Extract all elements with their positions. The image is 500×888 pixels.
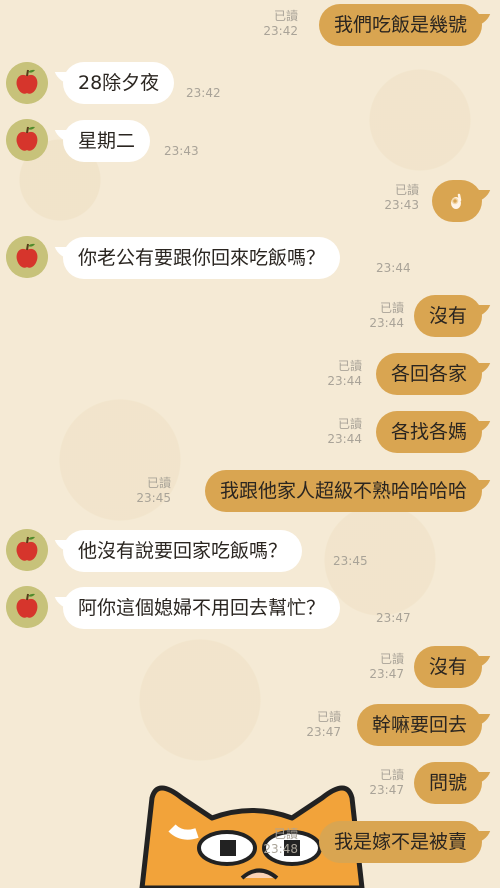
read-receipt: 已讀: [394, 183, 419, 197]
message-time: 23:43: [164, 144, 199, 158]
apple-icon: [6, 529, 48, 571]
message-time: 23:47: [369, 783, 404, 797]
message-time: 23:44: [327, 432, 362, 446]
message-text: 我跟他家人超級不熟哈哈哈哈: [219, 480, 467, 502]
read-receipt: 已讀: [316, 710, 341, 724]
message-bubble-outgoing[interactable]: 沒有: [413, 646, 482, 688]
ok-hand-icon: [446, 190, 468, 212]
read-receipt: 已讀: [146, 476, 171, 490]
avatar[interactable]: [6, 62, 48, 104]
message-bubble-outgoing[interactable]: 幹嘛要回去: [356, 704, 482, 746]
message-text: 他沒有說要回家吃飯嗎？: [78, 540, 288, 562]
message-meta: 已讀 23:44: [327, 359, 362, 389]
apple-icon: [6, 586, 48, 628]
message-time: 23:42: [263, 24, 298, 38]
message-meta: 已讀 23:44: [369, 301, 404, 331]
message-bubble-outgoing[interactable]: 各回各家: [375, 353, 482, 395]
message-time: 23:45: [136, 491, 171, 505]
read-receipt: 已讀: [273, 9, 298, 23]
message-bubble-outgoing[interactable]: 沒有: [413, 295, 482, 337]
message-text: 沒有: [428, 305, 467, 327]
read-receipt: 已讀: [337, 417, 362, 431]
message-bubble-outgoing[interactable]: 我們吃飯是幾號: [318, 4, 482, 46]
message-text: 你老公有要跟你回來吃飯嗎？: [78, 247, 326, 269]
message-text: 問號: [428, 772, 467, 794]
message-text: 我們吃飯是幾號: [333, 14, 467, 36]
message-meta: 已讀 23:42: [263, 9, 298, 39]
message-text: 各回各家: [390, 363, 467, 385]
message-bubble-outgoing[interactable]: 問號: [413, 762, 482, 804]
message-time: 23:45: [333, 554, 368, 568]
message-time: 23:44: [327, 374, 362, 388]
message-meta: 已讀 23:47: [306, 710, 341, 740]
read-receipt: 已讀: [337, 359, 362, 373]
message-bubble-outgoing[interactable]: 各找各媽: [375, 411, 482, 453]
message-text: 各找各媽: [390, 421, 467, 443]
message-text: 星期二: [78, 130, 136, 152]
read-receipt: 已讀: [379, 768, 404, 782]
message-time: 23:42: [186, 86, 221, 100]
avatar[interactable]: [6, 529, 48, 571]
message-meta: 已讀 23:45: [136, 476, 171, 506]
message-bubble-incoming[interactable]: 他沒有說要回家吃飯嗎？: [63, 530, 303, 572]
message-meta: 已讀 23:47: [369, 768, 404, 798]
message-meta: 已讀 23:48: [263, 827, 298, 857]
message-bubble-outgoing[interactable]: 我是嫁不是被賣: [318, 821, 482, 863]
message-bubble-incoming[interactable]: 阿你這個媳婦不用回去幫忙？: [63, 587, 341, 629]
message-text: 我是嫁不是被賣: [333, 831, 467, 853]
message-time: 23:43: [384, 198, 419, 212]
message-time: 23:47: [376, 611, 411, 625]
read-receipt: 已讀: [379, 652, 404, 666]
apple-icon: [6, 236, 48, 278]
avatar[interactable]: [6, 586, 48, 628]
message-time: 23:44: [376, 261, 411, 275]
message-meta: 已讀 23:47: [369, 652, 404, 682]
read-receipt: 已讀: [273, 827, 298, 841]
message-time: 23:44: [369, 316, 404, 330]
message-text: 沒有: [428, 656, 467, 678]
message-meta: 已讀 23:44: [327, 417, 362, 447]
read-receipt: 已讀: [379, 301, 404, 315]
message-bubble-outgoing[interactable]: [432, 180, 482, 222]
apple-icon: [6, 62, 48, 104]
message-time: 23:48: [263, 842, 298, 856]
message-time: 23:47: [306, 725, 341, 739]
message-bubble-incoming[interactable]: 你老公有要跟你回來吃飯嗎？: [63, 237, 341, 279]
message-text: 阿你這個媳婦不用回去幫忙？: [78, 597, 326, 619]
message-meta: 已讀 23:43: [384, 183, 419, 213]
message-bubble-incoming[interactable]: 星期二: [63, 120, 151, 162]
message-bubble-incoming[interactable]: 28除夕夜: [63, 62, 175, 104]
message-text: 28除夕夜: [78, 72, 160, 94]
message-text: 幹嘛要回去: [371, 714, 467, 736]
avatar[interactable]: [6, 236, 48, 278]
avatar[interactable]: [6, 119, 48, 161]
apple-icon: [6, 119, 48, 161]
message-bubble-outgoing[interactable]: 我跟他家人超級不熟哈哈哈哈: [204, 470, 482, 512]
chat-area[interactable]: 已讀 23:42 我們吃飯是幾號 28除夕夜 23:42 星期二 23:43 已…: [0, 0, 500, 888]
message-time: 23:47: [369, 667, 404, 681]
